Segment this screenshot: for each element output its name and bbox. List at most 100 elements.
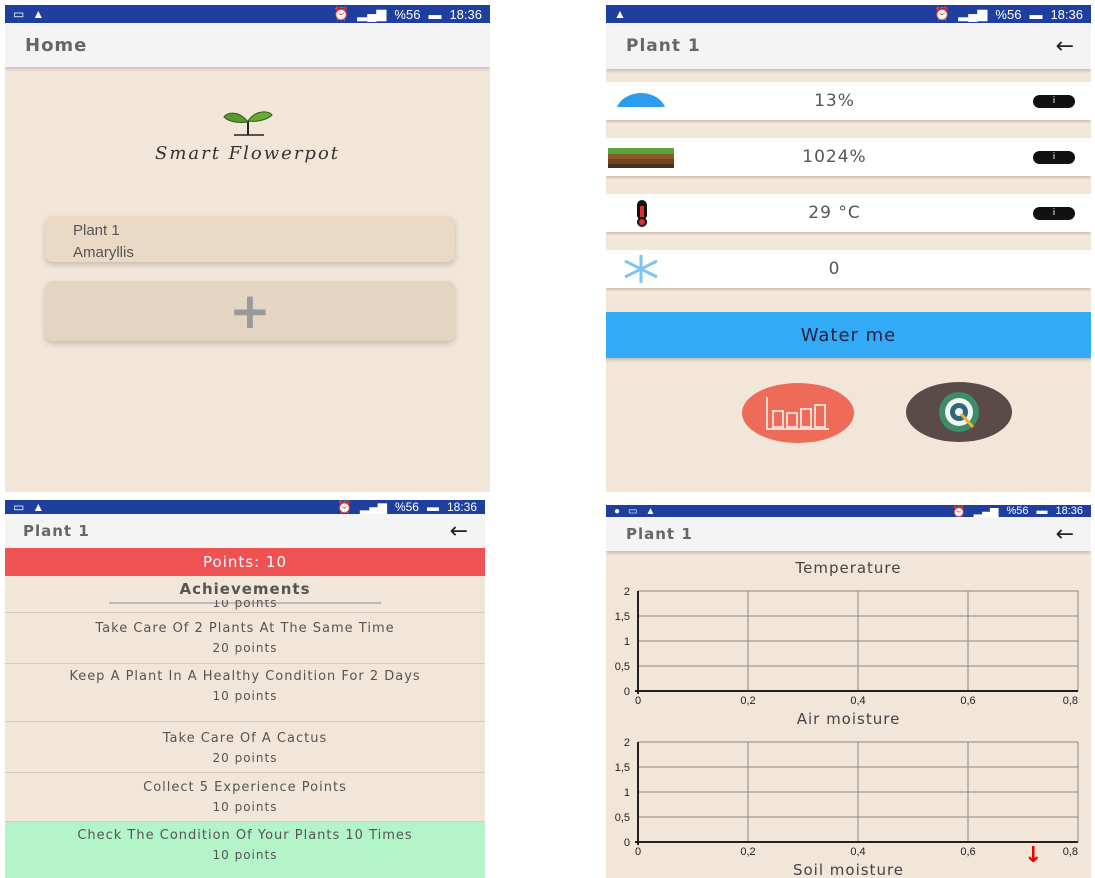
- battery-icon: ▬: [426, 500, 439, 514]
- achievements-button[interactable]: [906, 382, 1012, 442]
- y-tick-label: 1: [624, 636, 630, 648]
- temperature-value: 29 °C: [808, 203, 861, 223]
- temperature-row: 29 °C i: [606, 194, 1091, 232]
- scroll-down-arrow-icon: ↓: [1024, 843, 1043, 868]
- temperature-chart: 0 0,2 0,4 0,6 0,8 0 0,5 1 1,5 2: [615, 586, 1079, 707]
- snowflake-icon: [624, 255, 658, 283]
- thermometer-icon: [637, 200, 647, 227]
- achievement-points: 10 points: [212, 689, 278, 703]
- soil-layers-icon: [608, 148, 674, 168]
- info-icon[interactable]: i: [1033, 150, 1075, 164]
- plant-name: Plant 1: [73, 222, 120, 239]
- y-tick-label: 0: [624, 686, 630, 698]
- info-icon[interactable]: i: [1033, 94, 1075, 108]
- achievement-points: 20 points: [212, 641, 278, 655]
- plant-species: Amaryllis: [73, 244, 134, 261]
- charts-screen: ● ▭ ▲ ⏰ ▂▄▆ %56 ▬ 18:36 Plant 1 ← Temper…: [606, 505, 1091, 878]
- points-banner: Points: 10: [5, 548, 485, 576]
- chart-title-soil-moisture: Soil moisture: [792, 861, 905, 878]
- clock: 18:36: [449, 6, 482, 22]
- app-bar: Plant 1 ←: [5, 514, 485, 548]
- logo-text: Smart Flowerpot: [154, 143, 341, 164]
- statistics-button[interactable]: [742, 383, 854, 443]
- y-tick-label: 0: [624, 837, 630, 849]
- soil-moisture-value: 1024%: [802, 147, 867, 167]
- x-tick-label: 0,8: [1063, 846, 1078, 858]
- back-arrow-icon[interactable]: ←: [1056, 522, 1075, 547]
- y-tick-label: 0,5: [615, 661, 630, 673]
- battery-icon: ▬: [1036, 505, 1048, 517]
- achievement-points: 10 points: [212, 800, 278, 814]
- back-arrow-icon[interactable]: ←: [450, 519, 469, 544]
- y-tick-label: 1,5: [615, 611, 630, 623]
- battery-percent: %56: [995, 6, 1022, 22]
- warning-icon: ▲: [614, 7, 626, 21]
- page-title: Plant 1: [626, 36, 701, 56]
- achievement-title: Collect 5 Experience Points: [143, 780, 347, 795]
- x-tick-label: 0,4: [850, 846, 865, 858]
- x-tick-label: 0,2: [740, 695, 755, 707]
- achievements-heading: Achievements: [179, 580, 311, 598]
- signal-icon: ▂▄▆: [973, 505, 999, 518]
- warning-icon: ▲: [32, 7, 45, 21]
- water-level-row: 13% i: [606, 82, 1091, 120]
- x-tick-label: 0: [635, 846, 641, 858]
- battery-percent: %56: [1006, 505, 1029, 517]
- y-tick-label: 1,5: [615, 762, 630, 774]
- frost-row: 0: [606, 250, 1091, 288]
- battery-icon: ▬: [428, 6, 442, 22]
- status-bar: ▭ ▲ ⏰ ▂▄▆ %56 ▬ 18:36: [5, 5, 490, 23]
- back-arrow-icon[interactable]: ←: [1056, 34, 1075, 59]
- x-tick-label: 0,4: [850, 695, 865, 707]
- x-tick-label: 0,2: [740, 846, 755, 858]
- list-item: 10 points: [5, 600, 485, 613]
- x-tick-label: 0: [635, 695, 641, 707]
- list-item: Take Care Of 2 Plants At The Same Time 2…: [5, 622, 485, 664]
- alarm-icon: ⏰: [337, 500, 352, 514]
- battery-percent: %56: [394, 6, 421, 22]
- battery-icon: ▬: [1029, 6, 1043, 22]
- chart-title-temperature: Temperature: [795, 559, 902, 577]
- notification-icon: ▭: [628, 505, 638, 517]
- achievements-screen: ▭ ▲ ⏰ ▂▄▆ %56 ▬ 18:36 Plant 1 ← Points: …: [5, 500, 485, 878]
- app-logo: Smart Flowerpot: [5, 107, 490, 164]
- y-tick-label: 1: [624, 787, 630, 799]
- plus-icon: +: [229, 282, 271, 340]
- list-item: Take Care Of A Cactus 20 points: [5, 732, 485, 773]
- app-bar: Plant 1 ←: [606, 517, 1091, 551]
- air-moisture-chart: 0 0,2 0,4 0,6 0,8 0 0,5 1 1,5 2: [615, 737, 1079, 858]
- achievement-title: Keep A Plant In A Healthy Condition For …: [69, 669, 421, 684]
- alarm-icon: ⏰: [952, 505, 966, 518]
- signal-icon: ▂▄▆: [359, 500, 387, 514]
- warning-icon: ▲: [32, 500, 45, 514]
- battery-percent: %56: [394, 500, 419, 514]
- clock: 18:36: [1055, 505, 1083, 517]
- x-tick-label: 0,6: [960, 846, 975, 858]
- alarm-icon: ⏰: [333, 6, 350, 21]
- bar-chart-icon: [766, 397, 829, 430]
- signal-icon: ▂▄▆: [357, 6, 387, 21]
- achievement-title: Take Care Of 2 Plants At The Same Time: [95, 621, 395, 636]
- clock: 18:36: [1050, 6, 1083, 22]
- status-bar: ▭ ▲ ⏰ ▂▄▆ %56 ▬ 18:36: [5, 500, 485, 514]
- alarm-icon: ⏰: [934, 6, 951, 21]
- plant-card[interactable]: Plant 1 Amaryllis: [45, 216, 455, 262]
- sprout-icon: [222, 111, 273, 136]
- signal-icon: ▂▄▆: [958, 6, 988, 21]
- x-tick-label: 0,8: [1063, 695, 1078, 707]
- app-bar: Home: [5, 23, 490, 67]
- info-icon[interactable]: i: [1033, 206, 1075, 220]
- achievement-title: Take Care Of A Cactus: [162, 731, 328, 746]
- warning-icon: ▲: [645, 505, 656, 517]
- water-me-button[interactable]: Water me: [606, 312, 1091, 358]
- frost-value: 0: [828, 259, 841, 279]
- home-screen: ▭ ▲ ⏰ ▂▄▆ %56 ▬ 18:36 Home Smart Flowerp…: [5, 5, 490, 492]
- app-bar: Plant 1 ←: [606, 23, 1091, 69]
- page-title: Home: [25, 34, 88, 56]
- achievement-title: Check The Condition Of Your Plants 10 Ti…: [77, 828, 413, 843]
- target-icon: [939, 392, 979, 432]
- notification-icon: ▭: [13, 7, 25, 21]
- list-item: Keep A Plant In A Healthy Condition For …: [5, 670, 485, 722]
- add-plant-button[interactable]: +: [45, 281, 455, 341]
- achievement-points: 20 points: [212, 751, 278, 765]
